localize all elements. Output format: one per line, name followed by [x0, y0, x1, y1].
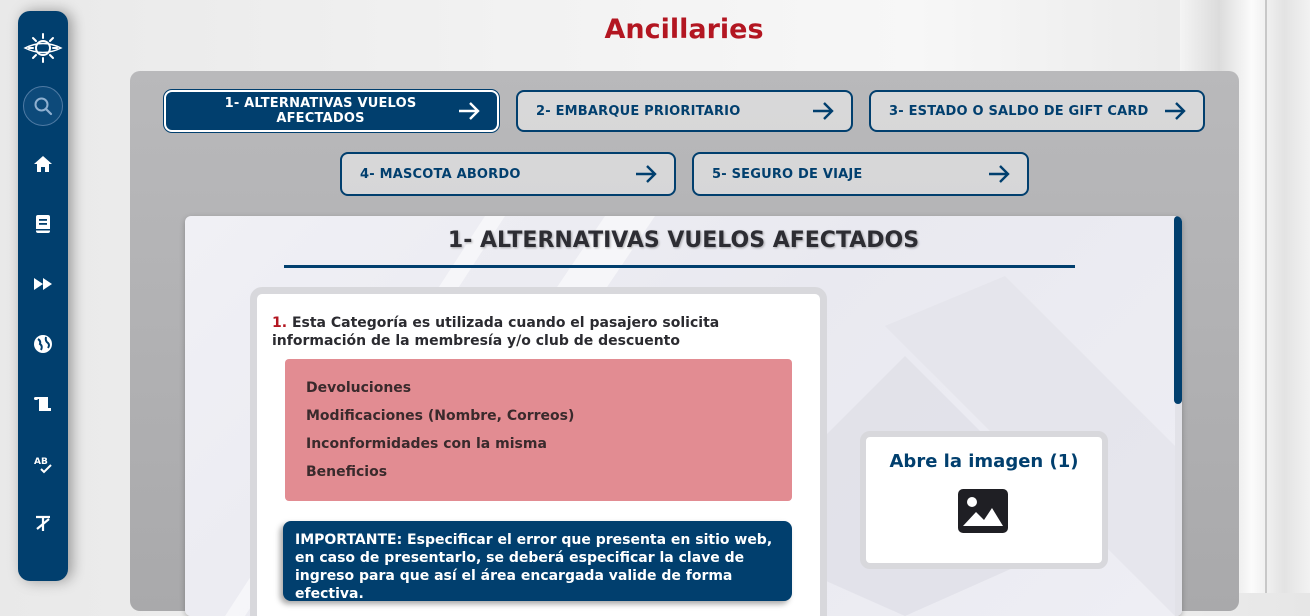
- title-divider: [284, 265, 1075, 268]
- book-icon[interactable]: [18, 209, 68, 239]
- scroll-icon[interactable]: [18, 389, 68, 419]
- tab-embarque-prioritario[interactable]: 2- EMBARQUE PRIORITARIO: [516, 90, 853, 132]
- open-image-label: Abre la imagen (1): [889, 451, 1079, 472]
- home-icon[interactable]: [18, 149, 68, 179]
- globe-icon[interactable]: [18, 329, 68, 359]
- sidebar: AB: [18, 11, 68, 581]
- important-label: IMPORTANTE:: [295, 532, 403, 548]
- fast-forward-icon[interactable]: [18, 269, 68, 299]
- tab-label: 2- EMBARQUE PRIORITARIO: [536, 103, 741, 119]
- search-button[interactable]: [23, 86, 63, 126]
- tab-label: 5- SEGURO DE VIAJE: [712, 166, 863, 182]
- category-list: Devoluciones Modificaciones (Nombre, Cor…: [285, 359, 792, 489]
- image-icon: [958, 489, 1008, 533]
- arrow-right-icon: [459, 102, 480, 120]
- item-number: 1.: [272, 315, 288, 331]
- category-description: 1. Esta Categoría es utilizada cuando el…: [272, 314, 812, 350]
- background-decoration: [1265, 0, 1267, 593]
- important-note: IMPORTANTE: Especificar el error que pre…: [283, 521, 792, 602]
- list-item: Inconformidades con la misma: [306, 436, 547, 452]
- list-item: Beneficios: [306, 464, 388, 480]
- tab-label: 3- ESTADO O SALDO DE GIFT CARD: [889, 103, 1149, 119]
- spellcheck-icon[interactable]: AB: [18, 449, 68, 479]
- open-image-card[interactable]: Abre la imagen (1): [860, 431, 1108, 569]
- tab-seguro-de-viaje[interactable]: 5- SEGURO DE VIAJE: [692, 152, 1029, 196]
- section-title: 1- ALTERNATIVAS VUELOS AFECTADOS: [447, 228, 920, 253]
- arrow-right-icon: [813, 102, 834, 120]
- list-item: Modificaciones (Nombre, Correos): [306, 408, 575, 424]
- svg-text:AB: AB: [34, 457, 48, 467]
- tab-alternativas-vuelos-afectados[interactable]: 1- ALTERNATIVAS VUELOS AFECTADOS: [164, 90, 499, 132]
- clear-format-icon[interactable]: [18, 509, 68, 539]
- scrollbar-thumb[interactable]: [1174, 216, 1182, 404]
- page-title: Ancillaries: [604, 14, 764, 45]
- category-list-box: Devoluciones Modificaciones (Nombre, Cor…: [285, 359, 792, 501]
- info-card: 1. Esta Categoría es utilizada cuando el…: [250, 287, 827, 616]
- arrow-right-icon: [989, 165, 1010, 183]
- arrow-right-icon: [636, 165, 657, 183]
- search-icon: [34, 97, 53, 116]
- tab-label: 4- MASCOTA ABORDO: [360, 166, 521, 182]
- tab-mascota-abordo[interactable]: 4- MASCOTA ABORDO: [340, 152, 676, 196]
- tab-label: 1- ALTERNATIVAS VUELOS AFECTADOS: [224, 96, 417, 126]
- list-item: Devoluciones: [306, 380, 412, 396]
- content-card: 1- ALTERNATIVAS VUELOS AFECTADOS 1. Esta…: [185, 216, 1182, 616]
- arrow-right-icon: [1165, 102, 1186, 120]
- description-text: Esta Categoría es utilizada cuando el pa…: [272, 315, 720, 349]
- tab-estado-saldo-gift-card[interactable]: 3- ESTADO O SALDO DE GIFT CARD: [869, 90, 1205, 132]
